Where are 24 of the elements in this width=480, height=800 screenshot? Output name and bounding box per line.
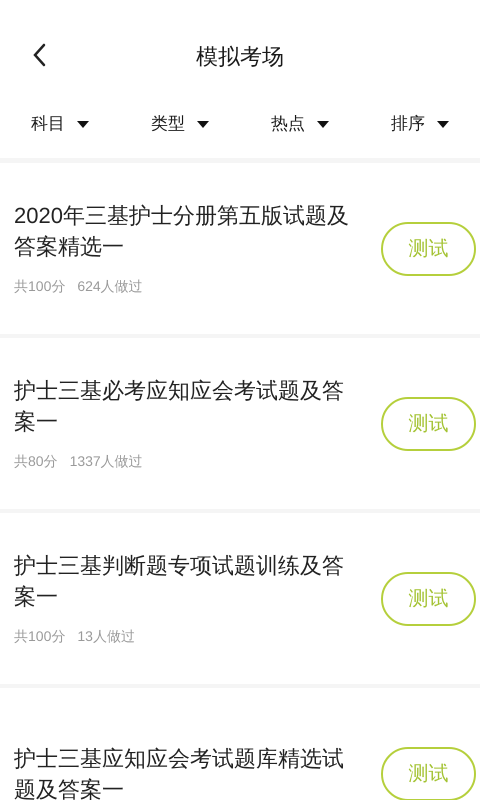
- back-icon: [32, 43, 46, 67]
- exam-card[interactable]: 2020年三基护士分册第五版试题及答案精选一 共100分 624人做过 测试: [0, 163, 480, 334]
- exam-title: 护士三基判断题专项试题训练及答案一: [14, 552, 345, 611]
- exam-card[interactable]: 护士三基应知应会考试题库精选试题及答案一 测试: [0, 688, 480, 800]
- filter-dropdown[interactable]: 热点: [240, 111, 360, 137]
- taker-count: 13人做过: [77, 627, 135, 646]
- taker-count: 1337人做过: [70, 452, 143, 471]
- exam-title: 2020年三基护士分册第五版试题及答案精选一: [14, 202, 350, 261]
- exam-card[interactable]: 护士三基判断题专项试题训练及答案一 共100分 13人做过 测试: [0, 513, 480, 684]
- total-score: 共100分: [14, 277, 66, 296]
- exam-title: 护士三基必考应知应会考试题及答案一: [14, 377, 345, 436]
- filter-dropdown[interactable]: 排序: [360, 111, 480, 137]
- exam-card[interactable]: 护士三基必考应知应会考试题及答案一 共80分 1337人做过 测试: [0, 338, 480, 509]
- caret-icon: [77, 120, 89, 128]
- taker-count: 624人做过: [77, 277, 143, 296]
- exam-title: 护士三基应知应会考试题库精选试题及答案一: [14, 744, 345, 800]
- filter-dropdown[interactable]: 类型: [120, 111, 240, 137]
- page-title: 模拟考场: [196, 42, 284, 70]
- total-score: 共100分: [14, 627, 66, 646]
- caret-icon: [437, 120, 449, 128]
- caret-icon: [317, 120, 329, 128]
- caret-icon: [197, 120, 209, 128]
- filter-dropdown[interactable]: 科目: [0, 111, 120, 137]
- total-score: 共80分: [14, 452, 58, 471]
